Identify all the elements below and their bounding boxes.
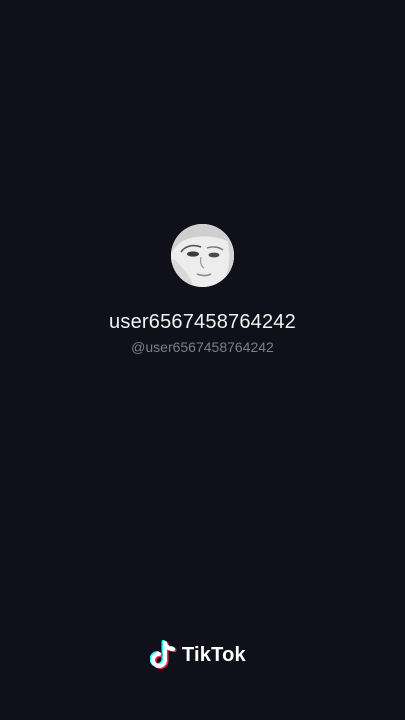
tiktok-watermark: TikTok — [150, 638, 246, 672]
tiktok-wordmark: TikTok — [182, 643, 246, 666]
avatar[interactable] — [171, 224, 234, 287]
avatar-photo — [171, 224, 234, 287]
tiktok-note-icon — [150, 639, 178, 671]
display-name: user6567458764242 — [109, 311, 296, 333]
username-handle: @user6567458764242 — [131, 339, 274, 355]
profile-end-card: user6567458764242 @user6567458764242 Tik… — [0, 0, 405, 720]
